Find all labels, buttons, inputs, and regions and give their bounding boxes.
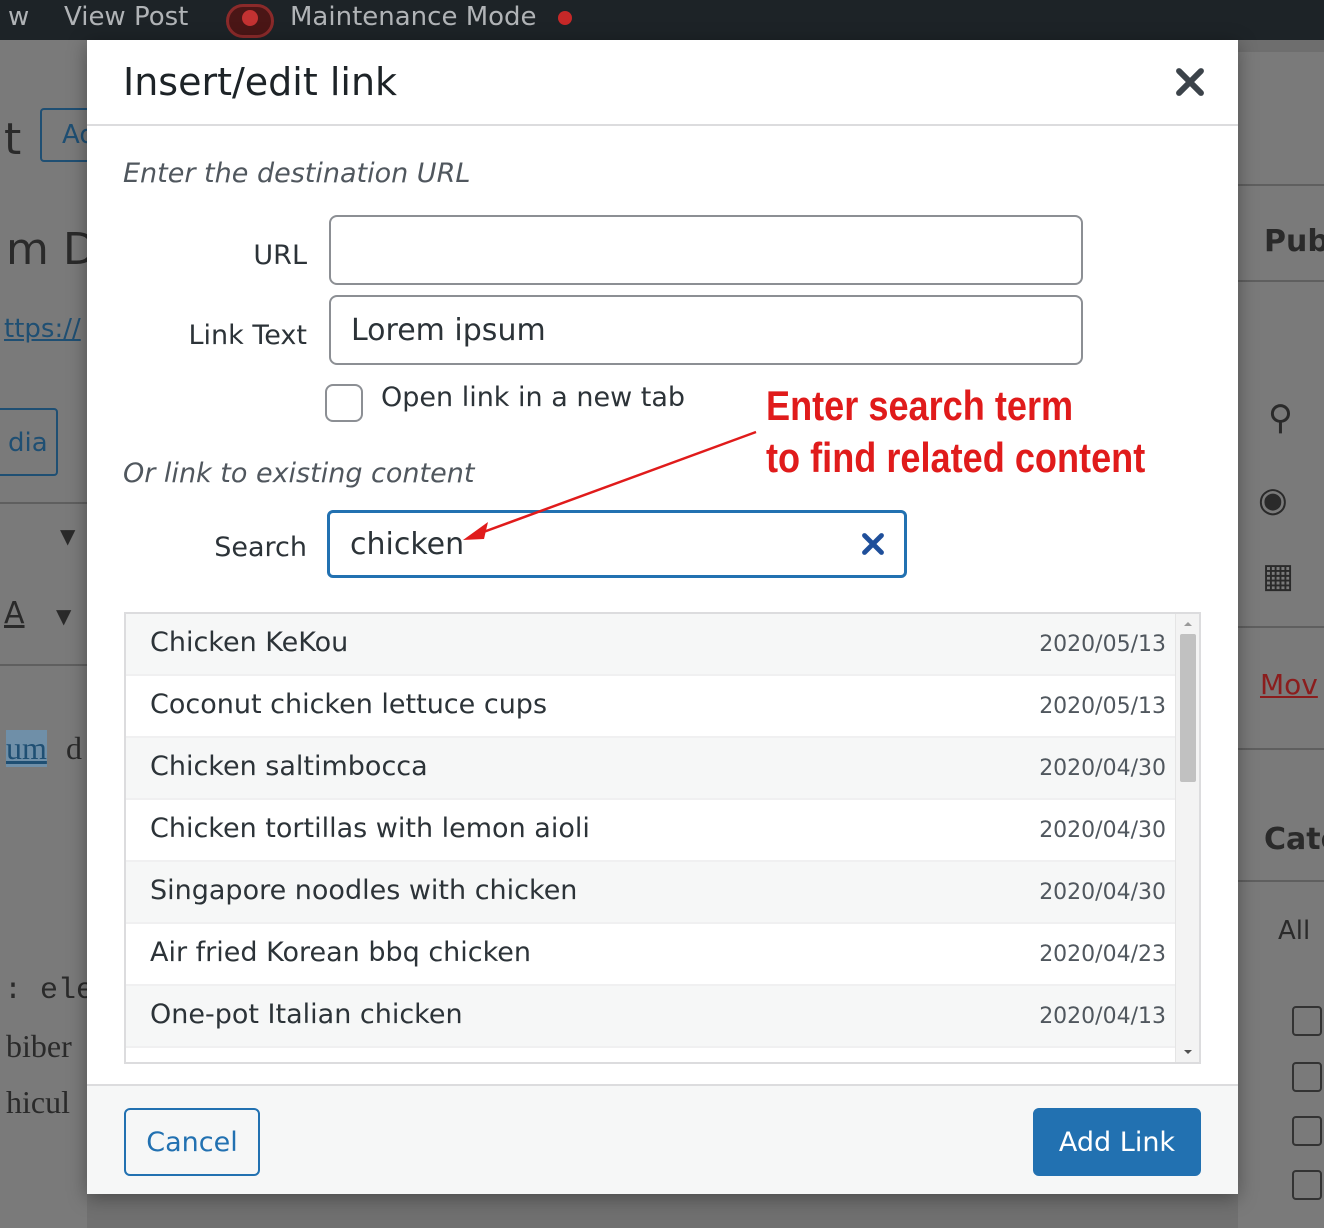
insert-edit-link-dialog: Insert/edit link Enter the destination U…	[87, 40, 1238, 1194]
search-result-item[interactable]: Chicken saltimbocca 2020/04/30	[126, 738, 1178, 800]
permalink-fragment[interactable]: ttps://	[4, 314, 81, 344]
add-link-button[interactable]: Add Link	[1033, 1108, 1201, 1176]
search-result-date: 2020/04/30	[1039, 756, 1166, 781]
search-results-list: Chicken KeKou 2020/05/13 Coconut chicken…	[124, 612, 1201, 1064]
admin-bar: w View Post Maintenance Mode	[0, 0, 1324, 40]
toolbar-dropdown-icon[interactable]: ▼	[60, 524, 75, 548]
annotation-line-2: to find related content	[766, 434, 1146, 481]
results-scrollbar[interactable]	[1175, 614, 1199, 1062]
category-checkbox-checked[interactable]	[1292, 1006, 1322, 1036]
heading-fragment: m D	[6, 224, 97, 275]
open-in-new-tab-checkbox[interactable]	[325, 384, 363, 422]
scrollbar-thumb[interactable]	[1180, 634, 1196, 782]
editor-sidebar-area: Pub ⚲ ◉ ▦ Mov Cate All	[1238, 52, 1324, 1228]
admin-bar-item-partial[interactable]: w	[8, 2, 29, 32]
dialog-title: Insert/edit link	[123, 60, 398, 104]
categories-box-title: Cate	[1264, 822, 1324, 857]
body-text-fragment-2: hicul	[6, 1084, 70, 1120]
publish-box-title: Pub	[1264, 224, 1324, 259]
search-result-title: Coconut chicken lettuce cups	[150, 689, 548, 720]
code-line-fragment: : ele	[4, 974, 95, 1008]
search-result-title: Chicken saltimbocca	[150, 751, 428, 782]
search-result-item[interactable]: Chicken KeKou 2020/05/13	[126, 614, 1178, 676]
search-result-date: 2020/04/30	[1039, 818, 1166, 843]
scroll-down-icon[interactable]	[1176, 1042, 1200, 1062]
search-result-item[interactable]: Air fried Korean bbq chicken 2020/04/23	[126, 924, 1178, 986]
annotation-line-1: Enter search term	[766, 382, 1074, 429]
maintenance-status-dot	[558, 11, 572, 25]
close-button[interactable]	[1168, 60, 1212, 104]
search-result-item[interactable]: Chicken tortillas with lemon aioli 2020/…	[126, 800, 1178, 862]
editor-status-bar	[87, 1194, 1238, 1228]
search-result-date: 2020/04/23	[1039, 942, 1166, 967]
linked-text-fragment: um	[6, 730, 47, 767]
search-result-item[interactable]: Singapore noodles with chicken 2020/04/3…	[126, 862, 1178, 924]
dialog-footer: Cancel Add Link	[87, 1084, 1238, 1194]
add-media-button[interactable]: dia	[0, 408, 58, 476]
search-result-title: Singapore noodles with chicken	[150, 875, 578, 906]
category-checkbox[interactable]	[1292, 1116, 1322, 1146]
close-icon	[1176, 68, 1204, 96]
scroll-up-icon[interactable]	[1176, 614, 1200, 634]
text-color-dropdown-icon[interactable]: ▼	[56, 604, 71, 628]
search-field	[327, 510, 907, 578]
link-text-label: Link Text	[188, 320, 307, 351]
editor-left-area: t Ad m D ttps:// dia ▼ A ▼ um d : ele bi…	[0, 40, 100, 1228]
text-color-fragment[interactable]: A	[4, 596, 25, 631]
clear-search-icon	[862, 533, 884, 555]
search-result-title: One-pot Italian chicken	[150, 999, 463, 1030]
admin-bar-view-post[interactable]: View Post	[64, 2, 188, 32]
body-text-fragment-1: biber	[6, 1028, 72, 1064]
key-icon: ⚲	[1268, 398, 1293, 438]
move-to-trash-link[interactable]: Mov	[1260, 668, 1318, 701]
url-label: URL	[253, 240, 307, 271]
maintenance-logo-icon	[226, 4, 274, 38]
linked-text-tail: d	[66, 730, 82, 766]
post-title-fragment: t	[4, 114, 22, 165]
search-result-date: 2020/05/13	[1039, 694, 1166, 719]
search-result-title: Air fried Korean bbq chicken	[150, 937, 532, 968]
admin-bar-maintenance-mode[interactable]: Maintenance Mode	[290, 2, 537, 32]
category-checkbox[interactable]	[1292, 1062, 1322, 1092]
destination-url-heading: Enter the destination URL	[123, 158, 471, 189]
eye-icon: ◉	[1258, 480, 1288, 520]
calendar-icon: ▦	[1262, 556, 1295, 596]
search-result-item[interactable]: Coconut chicken lettuce cups 2020/05/13	[126, 676, 1178, 738]
annotation-callout: Enter search term to find related conten…	[766, 380, 1146, 484]
search-input[interactable]	[330, 513, 840, 575]
url-input[interactable]	[329, 215, 1083, 285]
open-in-new-tab-label[interactable]: Open link in a new tab	[381, 382, 685, 413]
search-result-title: Chicken tortillas with lemon aioli	[150, 813, 590, 844]
link-text-input[interactable]	[329, 295, 1083, 365]
categories-all-tab[interactable]: All	[1278, 916, 1310, 946]
search-result-item[interactable]: One-pot Italian chicken 2020/04/13	[126, 986, 1178, 1048]
existing-content-heading: Or link to existing content	[123, 458, 475, 489]
search-result-date: 2020/05/13	[1039, 632, 1166, 657]
dialog-header: Insert/edit link	[87, 40, 1238, 126]
search-label: Search	[214, 532, 307, 563]
search-result-title: Chicken KeKou	[150, 627, 349, 658]
search-result-date: 2020/04/30	[1039, 880, 1166, 905]
search-result-date: 2020/04/13	[1039, 1004, 1166, 1029]
category-checkbox[interactable]	[1292, 1170, 1322, 1200]
cancel-button[interactable]: Cancel	[124, 1108, 260, 1176]
clear-search-button[interactable]	[856, 527, 890, 561]
